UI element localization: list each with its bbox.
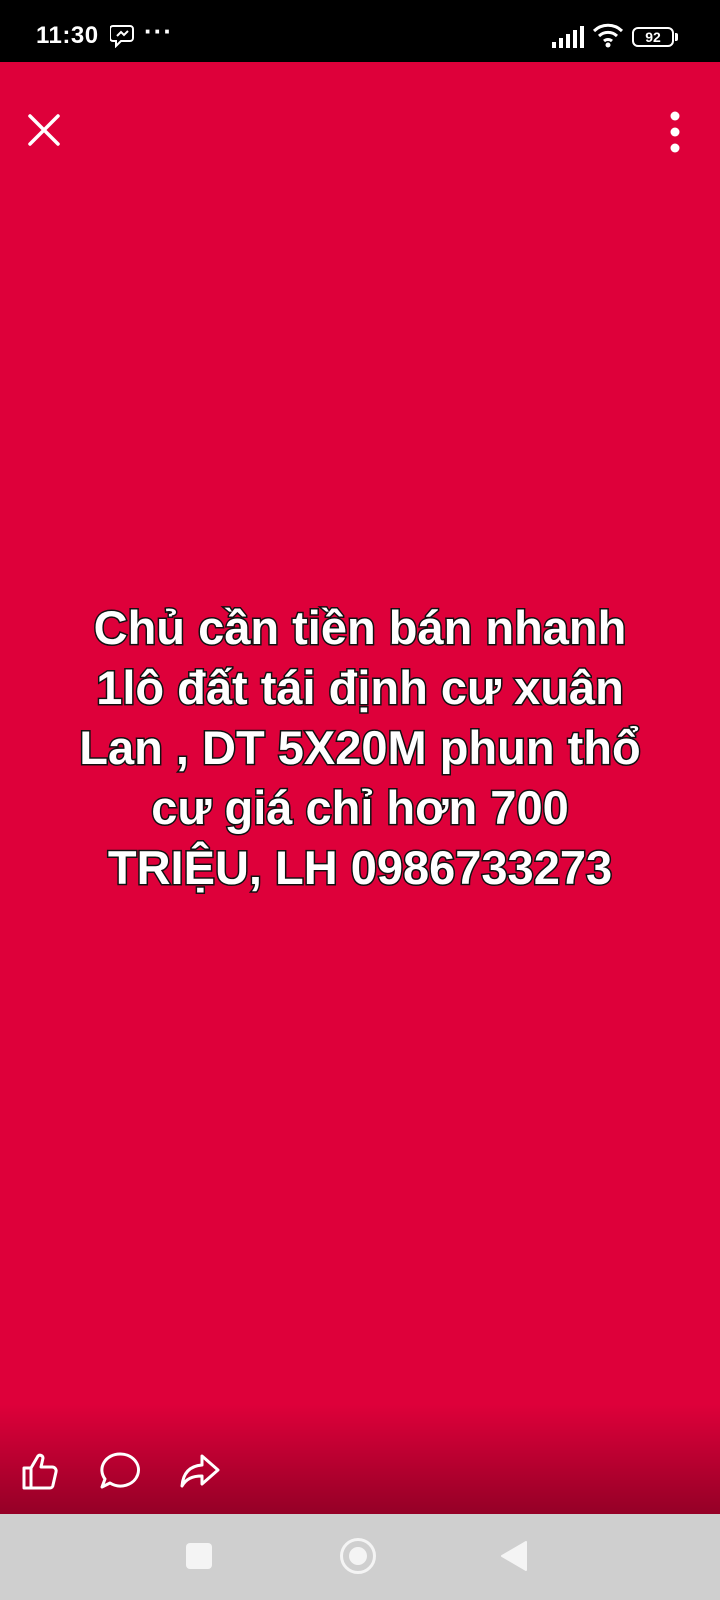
more-notifications-icon: ··· <box>144 16 173 46</box>
status-time: 11:30 <box>36 22 99 49</box>
battery-level: 92 <box>645 29 661 45</box>
navigation-bar <box>0 1514 720 1600</box>
messenger-notification-icon <box>110 25 134 48</box>
recents-icon[interactable] <box>186 1543 212 1569</box>
back-icon[interactable] <box>500 1540 528 1572</box>
battery-icon: 92 <box>632 27 678 47</box>
signal-icon <box>552 26 584 48</box>
home-icon[interactable] <box>340 1538 376 1574</box>
status-bar: 11:30 ··· 92 <box>0 0 720 62</box>
close-icon[interactable] <box>24 110 64 150</box>
wifi-icon <box>592 23 624 48</box>
story-viewer[interactable]: Chủ cần tiền bán nhanh 1lô đất tái định … <box>0 62 720 1514</box>
more-vertical-icon[interactable] <box>660 108 690 156</box>
share-icon[interactable] <box>176 1448 224 1496</box>
story-text: Chủ cần tiền bán nhanh 1lô đất tái định … <box>78 600 642 896</box>
thumbs-up-icon[interactable] <box>16 1448 64 1496</box>
comment-icon[interactable] <box>96 1448 144 1496</box>
